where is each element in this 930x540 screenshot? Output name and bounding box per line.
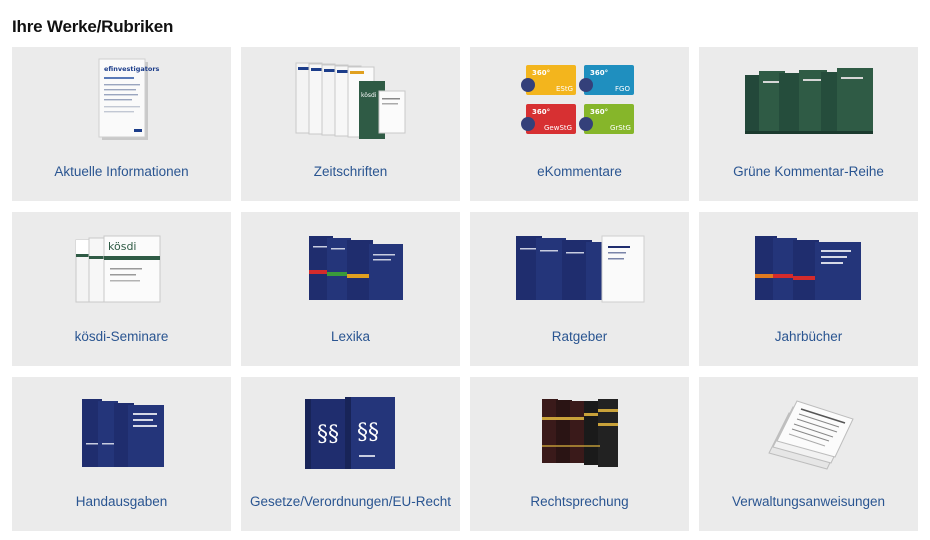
svg-text:FGO: FGO	[615, 85, 630, 93]
svg-text:GewStG: GewStG	[544, 124, 572, 132]
tile-label: Rechtsprechung	[530, 494, 629, 509]
tile-koesdi-seminare[interactable]: kösdi kösdi-Seminare	[12, 212, 231, 366]
svg-text:kösdi: kösdi	[361, 92, 377, 99]
tile-gruene-kommentar-reihe[interactable]: Grüne Kommentar-Reihe	[699, 47, 918, 201]
page-title: Ihre Werke/Rubriken	[12, 17, 174, 36]
tile-jahrbuecher[interactable]: Jahrbücher	[699, 212, 918, 366]
svg-text:GrStG: GrStG	[610, 124, 631, 132]
tile-ekommentare[interactable]: 360° EStG 360° FGO 360° GewStG 360° GrSt…	[470, 47, 689, 201]
magazine-stack-icon: kösdi	[241, 53, 460, 149]
guidebook-stack-icon	[470, 218, 689, 314]
dark-case-law-books-icon	[470, 383, 689, 479]
tile-gesetze-verordnungen-eu-recht[interactable]: §§ §§ Gesetze/Verordnungen/EU-Recht	[241, 377, 460, 531]
svg-text:EStG: EStG	[556, 85, 573, 93]
tile-label: Handausgaben	[75, 494, 168, 509]
tile-label: kösdi-Seminare	[74, 329, 169, 344]
green-binders-icon	[699, 53, 918, 149]
tile-verwaltungsanweisungen[interactable]: Verwaltungsanweisungen	[699, 377, 918, 531]
document-pile-icon	[699, 383, 918, 479]
tile-label: Verwaltungsanweisungen	[731, 494, 886, 509]
tile-label: eKommentare	[537, 164, 622, 179]
handbook-stack-icon	[12, 383, 231, 479]
svg-text:efinvestigators: efinvestigators	[104, 65, 160, 73]
svg-text:360°: 360°	[590, 69, 608, 77]
svg-text:§§: §§	[357, 420, 379, 445]
svg-text:360°: 360°	[532, 69, 550, 77]
tile-label: Aktuelle Informationen	[54, 164, 189, 179]
tile-label: Ratgeber	[551, 329, 608, 344]
tile-label: Grüne Kommentar-Reihe	[733, 164, 884, 179]
tile-aktuelle-informationen[interactable]: efinvestigators Aktuelle Informationen	[12, 47, 231, 201]
tile-rechtsprechung[interactable]: Rechtsprechung	[470, 377, 689, 531]
blue-lexicon-books-icon	[241, 218, 460, 314]
svg-text:360°: 360°	[590, 108, 608, 116]
svg-text:kösdi: kösdi	[108, 240, 136, 253]
ekommentar-cards-icon: 360° EStG 360° FGO 360° GewStG 360° GrSt…	[470, 53, 689, 149]
svg-text:§§: §§	[317, 422, 339, 447]
tile-label: Zeitschriften	[313, 164, 388, 179]
tile-label: Gesetze/Verordnungen/EU-Recht	[249, 494, 452, 509]
svg-text:360°: 360°	[532, 108, 550, 116]
tile-ratgeber[interactable]: Ratgeber	[470, 212, 689, 366]
category-grid: efinvestigators Aktuelle Informationen k…	[12, 47, 918, 531]
tile-zeitschriften[interactable]: kösdi Zeitschriften	[241, 47, 460, 201]
yearbook-stack-icon	[699, 218, 918, 314]
tile-label: Jahrbücher	[774, 329, 843, 344]
koesdi-seminar-folders-icon: kösdi	[12, 218, 231, 314]
newsletter-cover-icon: efinvestigators	[12, 53, 231, 149]
paragraph-law-books-icon: §§ §§	[241, 383, 460, 479]
tile-handausgaben[interactable]: Handausgaben	[12, 377, 231, 531]
tile-label: Lexika	[330, 329, 371, 344]
tile-lexika[interactable]: Lexika	[241, 212, 460, 366]
